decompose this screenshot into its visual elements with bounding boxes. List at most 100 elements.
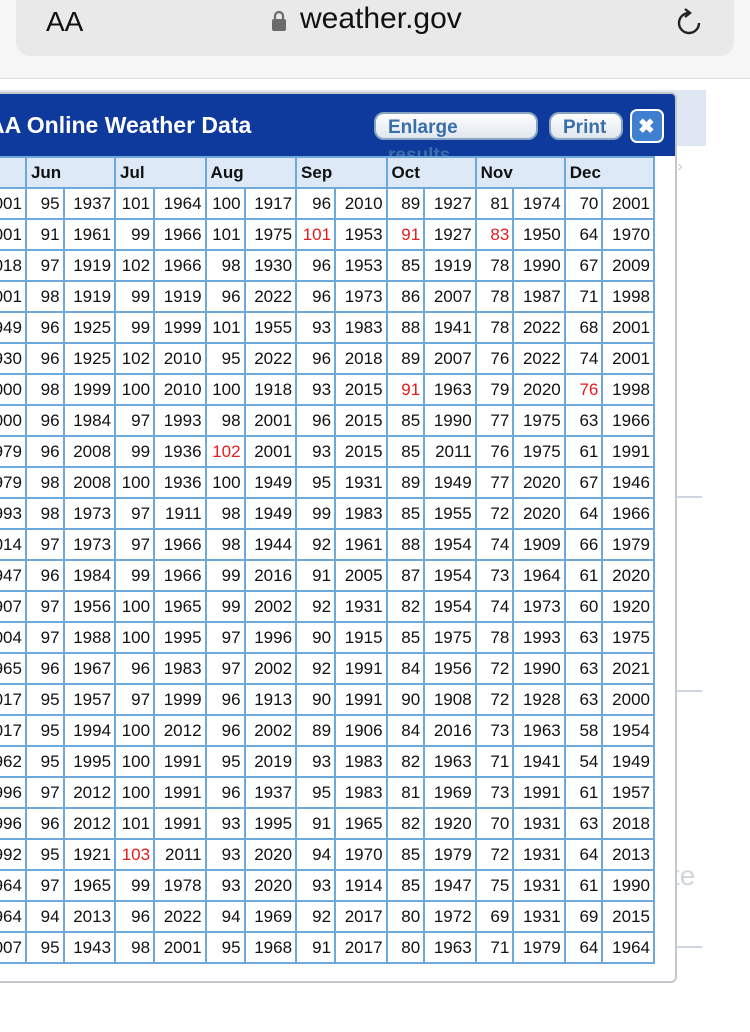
temp-cell: 76 bbox=[563, 373, 604, 406]
year-cell: 2001 bbox=[153, 931, 207, 964]
year-cell: 1919 bbox=[62, 249, 117, 282]
year-cell: 2013 bbox=[601, 838, 655, 871]
temp-cell: 99 bbox=[114, 218, 156, 251]
year-cell: 1968 bbox=[243, 931, 298, 964]
temp-cell: 78 bbox=[474, 249, 515, 282]
temp-cell: 100 bbox=[204, 373, 246, 406]
table-row: 2001911961991966101197510119539119278319… bbox=[0, 218, 655, 251]
year-cell: 1965 bbox=[0, 652, 27, 685]
temp-cell: 79 bbox=[474, 373, 515, 406]
table-row: 1979962008991936102200193201585201176197… bbox=[0, 435, 655, 468]
year-cell: 1992 bbox=[0, 838, 27, 871]
year-cell: 1947 bbox=[423, 869, 477, 902]
temp-cell: 90 bbox=[295, 683, 337, 716]
temp-cell: 64 bbox=[563, 931, 604, 964]
year-cell: 1993 bbox=[0, 497, 27, 530]
year-cell: 1965 bbox=[62, 869, 117, 902]
temp-cell: 85 bbox=[385, 621, 426, 654]
temp-cell: 72 bbox=[474, 683, 515, 716]
table-row: 2000961984971993982001962015851990771975… bbox=[0, 404, 655, 437]
year-cell: 1973 bbox=[62, 497, 117, 530]
temp-cell: 76 bbox=[474, 435, 515, 468]
temp-cell: 95 bbox=[295, 466, 337, 499]
temp-cell: 84 bbox=[385, 652, 426, 685]
temp-cell: 90 bbox=[385, 683, 426, 716]
temp-cell: 61 bbox=[563, 776, 604, 809]
temp-cell: 80 bbox=[385, 900, 426, 933]
temp-cell: 97 bbox=[24, 869, 65, 902]
year-cell: 1970 bbox=[601, 218, 655, 251]
domain-label[interactable]: weather.gov bbox=[300, 2, 462, 36]
print-button[interactable]: Print bbox=[549, 112, 623, 140]
year-cell: 1963 bbox=[423, 745, 477, 778]
year-cell: 2002 bbox=[243, 652, 298, 685]
year-cell: 1975 bbox=[601, 621, 655, 654]
temp-cell: 100 bbox=[114, 714, 156, 747]
year-cell: 1917 bbox=[243, 187, 298, 220]
year-cell: 1931 bbox=[512, 807, 566, 840]
year-cell: 1987 bbox=[512, 280, 566, 313]
temp-cell: 97 bbox=[114, 404, 156, 437]
temp-cell: 95 bbox=[204, 342, 246, 375]
year-cell: 2018 bbox=[334, 342, 388, 375]
year-cell: 1995 bbox=[153, 621, 207, 654]
temp-cell: 76 bbox=[474, 342, 515, 375]
year-cell: 2015 bbox=[334, 373, 388, 406]
temp-cell: 63 bbox=[563, 652, 604, 685]
temp-cell: 93 bbox=[295, 311, 337, 344]
year-cell: 2001 bbox=[243, 435, 298, 468]
year-cell: 2019 bbox=[243, 745, 298, 778]
temp-cell: 102 bbox=[204, 435, 246, 468]
year-cell: 1963 bbox=[423, 931, 477, 964]
temp-cell: 93 bbox=[295, 869, 337, 902]
temp-cell: 77 bbox=[474, 466, 515, 499]
header-row: Jun Jul Aug Sep Oct Nov Dec bbox=[0, 156, 656, 189]
year-cell: 1931 bbox=[334, 590, 388, 623]
reader-options-button[interactable]: AA bbox=[46, 6, 83, 38]
temp-cell: 85 bbox=[385, 249, 426, 282]
year-cell: 1915 bbox=[334, 621, 388, 654]
temp-cell: 63 bbox=[563, 621, 604, 654]
year-cell: 1955 bbox=[243, 311, 298, 344]
temp-cell: 96 bbox=[24, 342, 65, 375]
year-cell: 2018 bbox=[0, 249, 27, 282]
year-cell: 1996 bbox=[0, 776, 27, 809]
temp-cell: 91 bbox=[385, 218, 426, 251]
year-cell: 2000 bbox=[0, 373, 27, 406]
year-cell: 1988 bbox=[62, 621, 117, 654]
temp-cell: 77 bbox=[474, 404, 515, 437]
temp-cell: 64 bbox=[563, 497, 604, 530]
temp-cell: 64 bbox=[563, 218, 604, 251]
year-cell: 2007 bbox=[423, 280, 477, 313]
table-row: 1964942013962022941969922017801972691931… bbox=[0, 900, 655, 933]
enlarge-results-button[interactable]: Enlarge results bbox=[374, 112, 538, 166]
temp-cell: 61 bbox=[563, 559, 604, 592]
temp-cell: 95 bbox=[24, 838, 65, 871]
year-cell: 1969 bbox=[243, 900, 298, 933]
close-icon: ✖ bbox=[638, 116, 655, 138]
temp-cell: 81 bbox=[474, 187, 515, 220]
temp-cell: 102 bbox=[114, 342, 156, 375]
temp-cell: 87 bbox=[385, 559, 426, 592]
temp-cell: 60 bbox=[563, 590, 604, 623]
temp-cell: 99 bbox=[204, 559, 246, 592]
year-cell: 1957 bbox=[601, 776, 655, 809]
year-cell: 2020 bbox=[601, 559, 655, 592]
results-table-wrap[interactable]: JunJulAugSepOctNovDec2001951937101196410… bbox=[0, 156, 675, 981]
temp-cell: 100 bbox=[204, 187, 246, 220]
reload-icon[interactable] bbox=[672, 6, 706, 40]
temp-cell: 64 bbox=[563, 838, 604, 871]
year-cell: 1949 bbox=[601, 745, 655, 778]
temp-cell: 99 bbox=[114, 435, 156, 468]
year-cell: 1983 bbox=[334, 311, 388, 344]
year-cell: 1991 bbox=[512, 776, 566, 809]
temp-cell: 68 bbox=[563, 311, 604, 344]
temp-cell: 96 bbox=[295, 187, 337, 220]
temp-cell: 98 bbox=[24, 373, 65, 406]
table-row: 1992951921103201193202094197085197972193… bbox=[0, 838, 655, 871]
year-cell: 1964 bbox=[512, 559, 566, 592]
year-cell: 2000 bbox=[0, 404, 27, 437]
temp-cell: 81 bbox=[385, 776, 426, 809]
close-button[interactable]: ✖ bbox=[630, 109, 664, 143]
year-cell: 2004 bbox=[0, 621, 27, 654]
